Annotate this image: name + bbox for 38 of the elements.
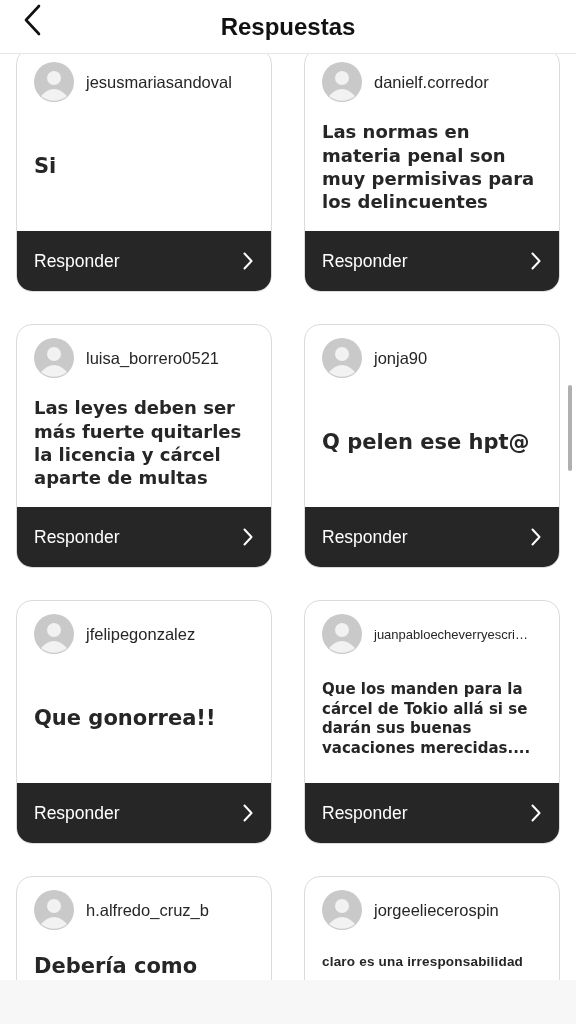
reply-text: Las leyes deben ser más fuerte quitarles la licencia y cárcel aparte de multas <box>34 396 243 490</box>
avatar-icon <box>34 62 74 102</box>
avatar-icon <box>322 62 362 102</box>
reply-text: Si <box>34 153 57 181</box>
username[interactable]: jonja90 <box>374 348 428 368</box>
reply-button[interactable]: Responder <box>305 231 559 291</box>
chevron-icon <box>243 252 253 270</box>
reply-button[interactable]: Responder <box>305 783 559 843</box>
username[interactable]: luisa_borrero0521 <box>86 348 219 368</box>
reply-button[interactable]: Responder <box>305 507 559 567</box>
username[interactable]: jorgeeliecerospin <box>374 900 499 920</box>
username[interactable]: jfelipegonzalez <box>86 624 196 644</box>
avatar-icon <box>322 338 362 378</box>
chevron-icon <box>243 528 253 546</box>
page-title: Respuestas <box>220 12 356 41</box>
username[interactable]: jesusmariasandoval <box>86 72 232 92</box>
chevron-icon <box>243 804 253 822</box>
reply-text: claro es una irresponsabilidad <box>322 953 524 971</box>
avatar-icon <box>322 614 362 654</box>
back-icon <box>22 4 42 36</box>
reply-button[interactable]: Responder <box>17 231 271 291</box>
avatar-icon <box>34 338 74 378</box>
chevron-icon <box>531 528 541 546</box>
chevron-icon <box>531 804 541 822</box>
reply-text: Que gonorrea!! <box>34 705 216 733</box>
reply-text: Que los manden para la cárcel de Tokio allá si se darán sus buenas vacaciones merecidas.... <box>322 680 532 758</box>
reply-button[interactable]: Responder <box>17 507 271 567</box>
username[interactable]: danielf.corredor <box>374 72 489 92</box>
avatar-icon <box>322 890 362 930</box>
reply-button[interactable]: Responder <box>17 783 271 843</box>
username[interactable]: h.alfredo_cruz_b <box>86 900 209 920</box>
reply-text: Debería como <box>34 953 198 980</box>
chevron-icon <box>531 252 541 270</box>
reply-text: Las normas en materia penal son muy permisivas para los delincuentes <box>322 120 536 214</box>
username[interactable]: juanpabloecheverryescri… <box>374 626 528 642</box>
avatar-icon <box>34 614 74 654</box>
reply-text: Q pelen ese hpt@ <box>322 429 530 457</box>
avatar-icon <box>34 890 74 930</box>
